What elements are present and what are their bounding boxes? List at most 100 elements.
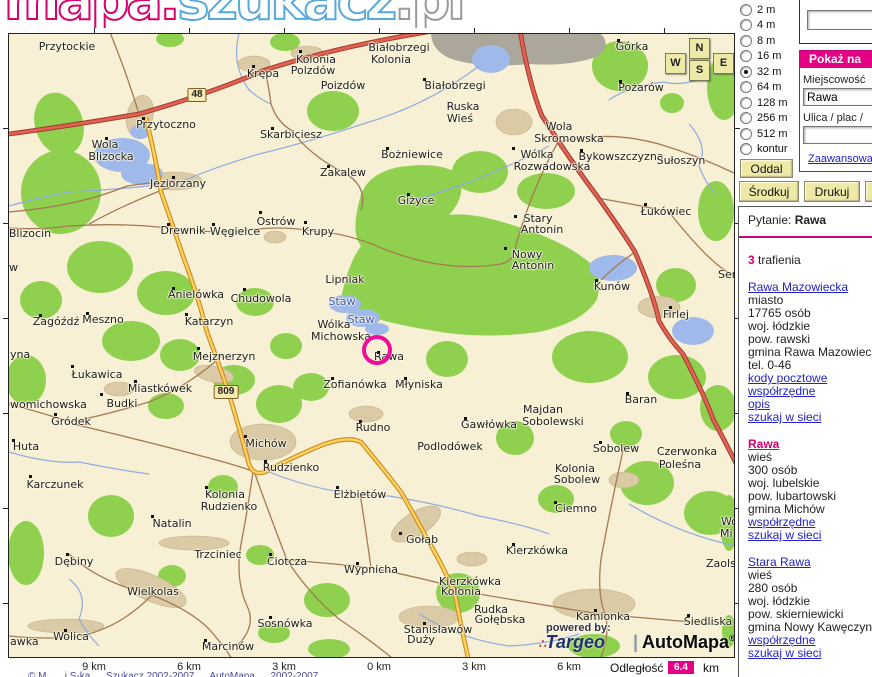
coordinates-input[interactable] xyxy=(807,10,872,30)
search-result-marker[interactable] xyxy=(362,335,392,365)
result-action-link[interactable]: szukaj w sieci xyxy=(748,410,821,424)
village-dot xyxy=(644,203,647,206)
query-row: Pytanie: Rawa xyxy=(748,213,872,227)
village-dot xyxy=(687,614,690,617)
map-label: Polzdów xyxy=(291,65,336,76)
zoom-option-512m[interactable]: 512 m xyxy=(740,126,800,142)
village-dot xyxy=(64,629,67,632)
village-dot xyxy=(264,460,267,463)
frame-tick xyxy=(94,28,95,33)
frame-tick xyxy=(3,413,8,414)
map-label: Ciotcza xyxy=(267,556,307,567)
village-dot xyxy=(594,609,597,612)
ulica-input[interactable] xyxy=(803,126,872,144)
miejscowosc-label: Miejscowość xyxy=(803,74,872,86)
map-label: Pożarów xyxy=(618,82,664,93)
map-label: Przytoczno xyxy=(136,119,196,130)
radio-icon[interactable] xyxy=(740,81,752,93)
result-action-link[interactable]: współrzędne xyxy=(748,515,815,529)
search-panel: Pokaż na Miejscowość Ulica / plac / Zaaw… xyxy=(799,50,872,172)
village-dot xyxy=(142,117,145,120)
pan-n-button[interactable]: N xyxy=(689,38,710,59)
miejscowosc-input[interactable] xyxy=(803,88,872,106)
map-label: yna xyxy=(10,349,30,360)
pan-e-button[interactable]: E xyxy=(713,53,734,74)
zoom-option-2m[interactable]: 2 m xyxy=(740,2,800,18)
result-action-link[interactable]: szukaj w sieci xyxy=(748,646,821,660)
village-dot xyxy=(167,223,170,226)
village-dot xyxy=(512,543,515,546)
search-panel-header: Pokaż na xyxy=(800,51,872,68)
drukuj-button[interactable]: Drukuj xyxy=(804,181,860,202)
zoom-option-256m[interactable]: 256 m xyxy=(740,111,800,127)
village-dot xyxy=(71,365,74,368)
zoom-option-label: 512 m xyxy=(757,128,788,140)
map-label: Bykowszczyzna xyxy=(578,151,663,162)
village-dot xyxy=(244,435,247,438)
zoom-option-kontur[interactable]: kontur xyxy=(740,142,800,158)
radio-icon[interactable] xyxy=(740,4,752,16)
radio-icon[interactable] xyxy=(740,97,752,109)
radio-icon[interactable] xyxy=(740,19,752,31)
map-label: Młyniska xyxy=(395,379,443,390)
map-label: Lipniak xyxy=(325,274,364,285)
map-label: Białobrzegi xyxy=(368,42,429,53)
village-dot xyxy=(151,515,154,518)
radio-icon[interactable] xyxy=(740,66,752,78)
zoom-option-label: 8 m xyxy=(757,35,775,47)
map-label: Staw xyxy=(347,314,374,325)
map-viewport[interactable]: PrzytockieKoloniaPolzdówKrępaPoizdówBiał… xyxy=(8,33,735,658)
oddal-button[interactable]: Oddal xyxy=(740,159,793,178)
zoom-option-16m[interactable]: 16 m xyxy=(740,49,800,65)
radio-icon[interactable] xyxy=(740,50,752,62)
map-label: Natalin xyxy=(152,518,191,529)
radio-icon[interactable] xyxy=(740,143,752,155)
pan-s-button[interactable]: S xyxy=(689,60,710,81)
zoom-option-4m[interactable]: 4 m xyxy=(740,18,800,34)
map-label: Gołębska xyxy=(475,614,526,625)
result-action-link[interactable]: kody pocztowe xyxy=(748,371,827,385)
logo-pl: .pl xyxy=(394,0,463,28)
radio-icon[interactable] xyxy=(740,112,752,124)
village-dot xyxy=(304,221,307,224)
srodkuj-button[interactable]: Środkuj xyxy=(739,181,799,202)
map-label: Sobolewski xyxy=(522,416,583,427)
map-label: Górka xyxy=(616,41,649,52)
map-label: Ostrów xyxy=(257,216,296,227)
map-label: Poleśna xyxy=(659,459,701,470)
village-dot xyxy=(617,39,620,42)
zoom-option-8m[interactable]: 8 m xyxy=(740,33,800,49)
village-dot xyxy=(204,639,207,642)
automapa-logo[interactable]: AutoMapa® xyxy=(642,632,735,653)
map-label: Skromowska xyxy=(534,133,603,144)
site-logo[interactable]: mapa.szukacz.pl xyxy=(0,0,735,28)
village-dot xyxy=(327,165,330,168)
distance-label: Odległość xyxy=(610,661,663,675)
village-dot xyxy=(423,78,426,81)
radio-icon[interactable] xyxy=(740,128,752,140)
result-action-link[interactable]: szukaj w sieci xyxy=(748,528,821,542)
advanced-search-link[interactable]: Zaawansowa xyxy=(808,153,872,165)
result-action-link[interactable]: współrzędne xyxy=(748,633,815,647)
zoom-option-32m[interactable]: 32 m xyxy=(740,64,800,80)
map-label: Rudzienko xyxy=(263,462,319,473)
result-action-link[interactable]: współrzędne xyxy=(748,384,815,398)
zoom-in-button[interactable]: Z xyxy=(865,181,872,202)
radio-icon[interactable] xyxy=(740,35,752,47)
query-value: Rawa xyxy=(795,213,826,227)
map-label: Wola xyxy=(546,121,573,132)
map-label: Jeziorzany xyxy=(150,178,206,189)
map-label: Mejznerzyn xyxy=(193,351,256,362)
result-action-link[interactable]: opis xyxy=(748,397,770,411)
village-dot xyxy=(299,50,302,53)
zoom-option-128m[interactable]: 128 m xyxy=(740,95,800,111)
map-label: Zakalew xyxy=(320,167,366,178)
map-label: Wola xyxy=(92,139,119,150)
frame-tick xyxy=(3,603,8,604)
targeo-logo[interactable]: ∴Targeo xyxy=(539,632,605,653)
pan-w-button[interactable]: W xyxy=(665,53,686,74)
frame-tick xyxy=(569,28,570,33)
map-label: Wolica xyxy=(53,631,89,642)
village-dot xyxy=(259,211,262,214)
zoom-option-64m[interactable]: 64 m xyxy=(740,80,800,96)
